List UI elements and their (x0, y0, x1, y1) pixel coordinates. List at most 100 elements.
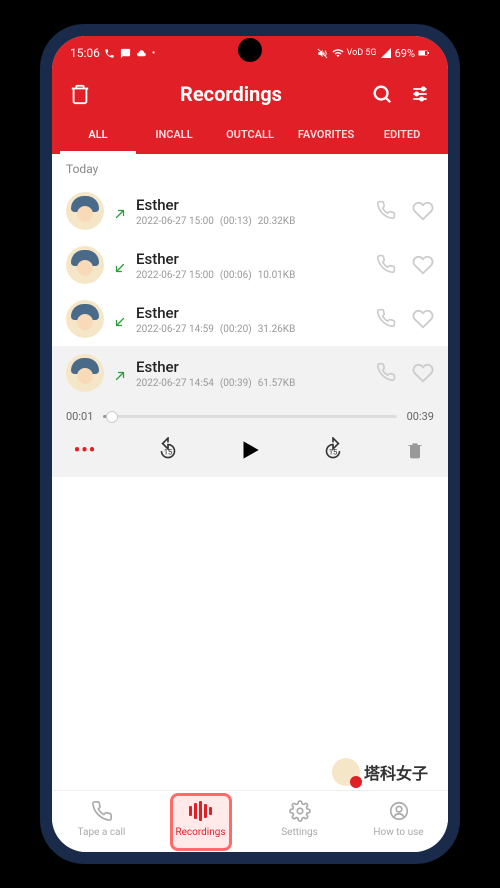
bottom-nav: Tape a call Recordings Settings How to u… (52, 790, 448, 852)
gear-icon (288, 799, 312, 823)
playback-current-time: 00:01 (66, 410, 93, 423)
recording-size: 61.57KB (258, 378, 296, 389)
phone-frame: 15:06 • VoD 5G (40, 24, 460, 864)
tab-all[interactable]: ALL (60, 118, 136, 154)
contact-name: Esther (136, 196, 366, 214)
recording-info: Esther 2022-06-27 14:54 (00:39) 61.57KB (136, 358, 366, 389)
outgoing-arrow-icon (114, 367, 126, 379)
nav-label: Recordings (175, 827, 225, 838)
trash-header-button[interactable] (68, 82, 92, 106)
tab-favorites[interactable]: FAVORITES (288, 118, 364, 154)
contact-name: Esther (136, 250, 366, 268)
playback-total-time: 00:39 (407, 410, 434, 423)
camera-notch (238, 38, 262, 62)
battery-percent: 69% (395, 47, 415, 60)
recording-date: 2022-06-27 15:00 (136, 270, 214, 281)
svg-text:15: 15 (163, 447, 172, 456)
nav-settings[interactable]: Settings (250, 799, 349, 838)
tab-incall[interactable]: INCALL (136, 118, 212, 154)
incoming-arrow-icon (114, 259, 126, 271)
recording-meta: 2022-06-27 15:00 (00:13) 20.32KB (136, 216, 366, 227)
recording-duration: (00:13) (220, 216, 252, 227)
contact-avatar (66, 354, 104, 392)
nav-recordings[interactable]: Recordings (151, 799, 250, 838)
watermark-avatar-icon (332, 758, 360, 786)
recording-info: Esther 2022-06-27 15:00 (00:06) 10.01KB (136, 250, 366, 281)
watermark-text: 塔科女子 (364, 760, 428, 784)
filter-tabs: ALLINCALLOUTCALLFAVORITESEDITED (52, 118, 448, 154)
progress-slider[interactable] (103, 415, 396, 418)
contact-avatar (66, 246, 104, 284)
contact-avatar (66, 300, 104, 338)
battery-icon (418, 47, 430, 59)
nav-label: Tape a call (78, 827, 126, 838)
recording-size: 20.32KB (258, 216, 296, 227)
app-header: Recordings (52, 70, 448, 118)
incoming-arrow-icon (114, 313, 126, 325)
recording-item[interactable]: Esther 2022-06-27 14:54 (00:39) 61.57KB (52, 346, 448, 400)
recording-item[interactable]: Esther 2022-06-27 15:00 (00:06) 10.01KB (52, 238, 448, 292)
audio-player: 00:01 00:39 ••• 15 15 (52, 400, 448, 477)
svg-text:15: 15 (328, 447, 337, 456)
phone-status-icon (104, 47, 116, 59)
filter-settings-button[interactable] (408, 82, 432, 106)
status-right: VoD 5G 69% (317, 47, 430, 60)
recording-meta: 2022-06-27 14:59 (00:20) 31.26KB (136, 324, 366, 335)
contact-name: Esther (136, 304, 366, 322)
contact-name: Esther (136, 358, 366, 376)
call-back-button[interactable] (376, 308, 398, 330)
favorite-button[interactable] (412, 254, 434, 276)
recording-date: 2022-06-27 14:59 (136, 324, 214, 335)
recording-date: 2022-06-27 15:00 (136, 216, 214, 227)
status-left: 15:06 • (70, 46, 155, 60)
recording-info: Esther 2022-06-27 14:59 (00:20) 31.26KB (136, 304, 366, 335)
recording-meta: 2022-06-27 14:54 (00:39) 61.57KB (136, 378, 366, 389)
signal-icon (380, 47, 392, 59)
delete-recording-button[interactable] (402, 437, 428, 463)
status-time: 15:06 (70, 46, 100, 60)
cloud-status-icon (136, 47, 148, 59)
recording-duration: (00:20) (220, 324, 252, 335)
recording-size: 10.01KB (258, 270, 296, 281)
recording-duration: (00:06) (220, 270, 252, 281)
contact-avatar (66, 192, 104, 230)
recording-info: Esther 2022-06-27 15:00 (00:13) 20.32KB (136, 196, 366, 227)
recording-item[interactable]: Esther 2022-06-27 14:59 (00:20) 31.26KB (52, 292, 448, 346)
recording-date: 2022-06-27 14:54 (136, 378, 214, 389)
play-button[interactable] (237, 437, 263, 463)
outgoing-arrow-icon (114, 205, 126, 217)
phone-icon (90, 799, 114, 823)
watermark: 塔科女子 (332, 758, 428, 786)
tab-edited[interactable]: EDITED (364, 118, 440, 154)
screen: 15:06 • VoD 5G (52, 36, 448, 852)
waveform-icon (189, 799, 213, 823)
network-label: VoD 5G (347, 48, 377, 58)
forward-15-button[interactable]: 15 (320, 437, 346, 463)
call-back-button[interactable] (376, 200, 398, 222)
favorite-button[interactable] (412, 200, 434, 222)
nav-how-to-use[interactable]: How to use (349, 799, 448, 838)
wifi-icon (332, 47, 344, 59)
nav-tape-a-call[interactable]: Tape a call (52, 799, 151, 838)
user-icon (387, 799, 411, 823)
rewind-15-button[interactable]: 15 (155, 437, 181, 463)
call-back-button[interactable] (376, 362, 398, 384)
recording-duration: (00:39) (220, 378, 252, 389)
more-status-icon: • (152, 48, 155, 59)
section-label: Today (52, 154, 448, 184)
mute-icon (317, 47, 329, 59)
nav-label: How to use (373, 827, 423, 838)
call-back-button[interactable] (376, 254, 398, 276)
favorite-button[interactable] (412, 308, 434, 330)
message-status-icon (120, 47, 132, 59)
search-button[interactable] (370, 82, 394, 106)
recording-item[interactable]: Esther 2022-06-27 15:00 (00:13) 20.32KB (52, 184, 448, 238)
recording-size: 31.26KB (258, 324, 296, 335)
tab-outcall[interactable]: OUTCALL (212, 118, 288, 154)
recording-meta: 2022-06-27 15:00 (00:06) 10.01KB (136, 270, 366, 281)
favorite-button[interactable] (412, 362, 434, 384)
page-title: Recordings (92, 82, 370, 106)
recordings-list: Esther 2022-06-27 15:00 (00:13) 20.32KB … (52, 184, 448, 790)
nav-label: Settings (281, 827, 318, 838)
more-options-button[interactable]: ••• (72, 437, 98, 463)
